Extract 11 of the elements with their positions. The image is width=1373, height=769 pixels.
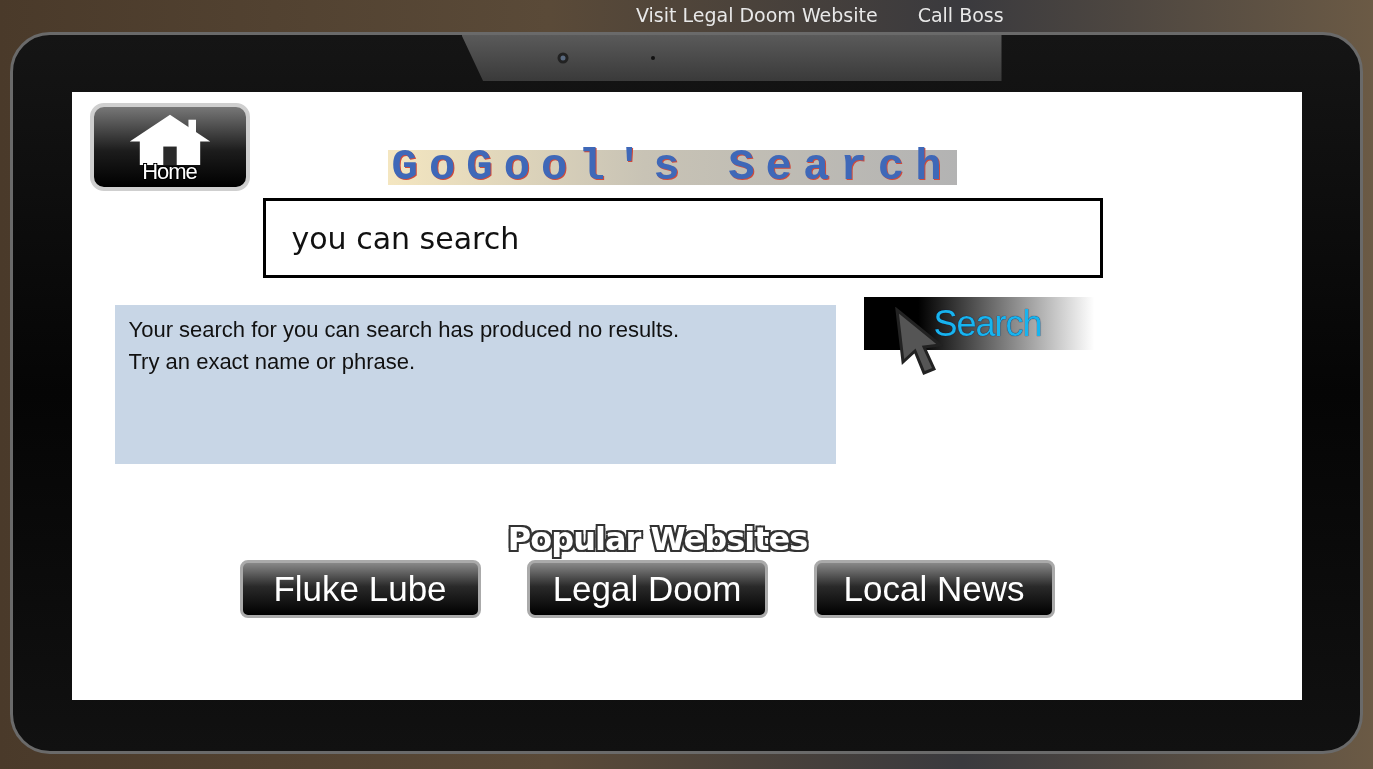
scene-action-link[interactable]: Call Boss (917, 4, 1004, 26)
scene-action-link[interactable]: Visit Legal Doom Website (636, 4, 878, 26)
no-results-message: Your search for you can search has produced no results. Try an exact name or phrase. (128, 316, 681, 376)
website-button[interactable]: Local News (813, 560, 1055, 618)
website-button[interactable]: Legal Doom (526, 560, 768, 618)
website-button[interactable]: Fluke Lube (239, 560, 481, 618)
home-button[interactable]: Home (89, 103, 250, 191)
camera-icon (556, 52, 569, 64)
popular-heading: Popular Websites (507, 520, 810, 558)
sensor-icon (650, 56, 655, 60)
search-field[interactable]: you can search (262, 198, 1103, 278)
